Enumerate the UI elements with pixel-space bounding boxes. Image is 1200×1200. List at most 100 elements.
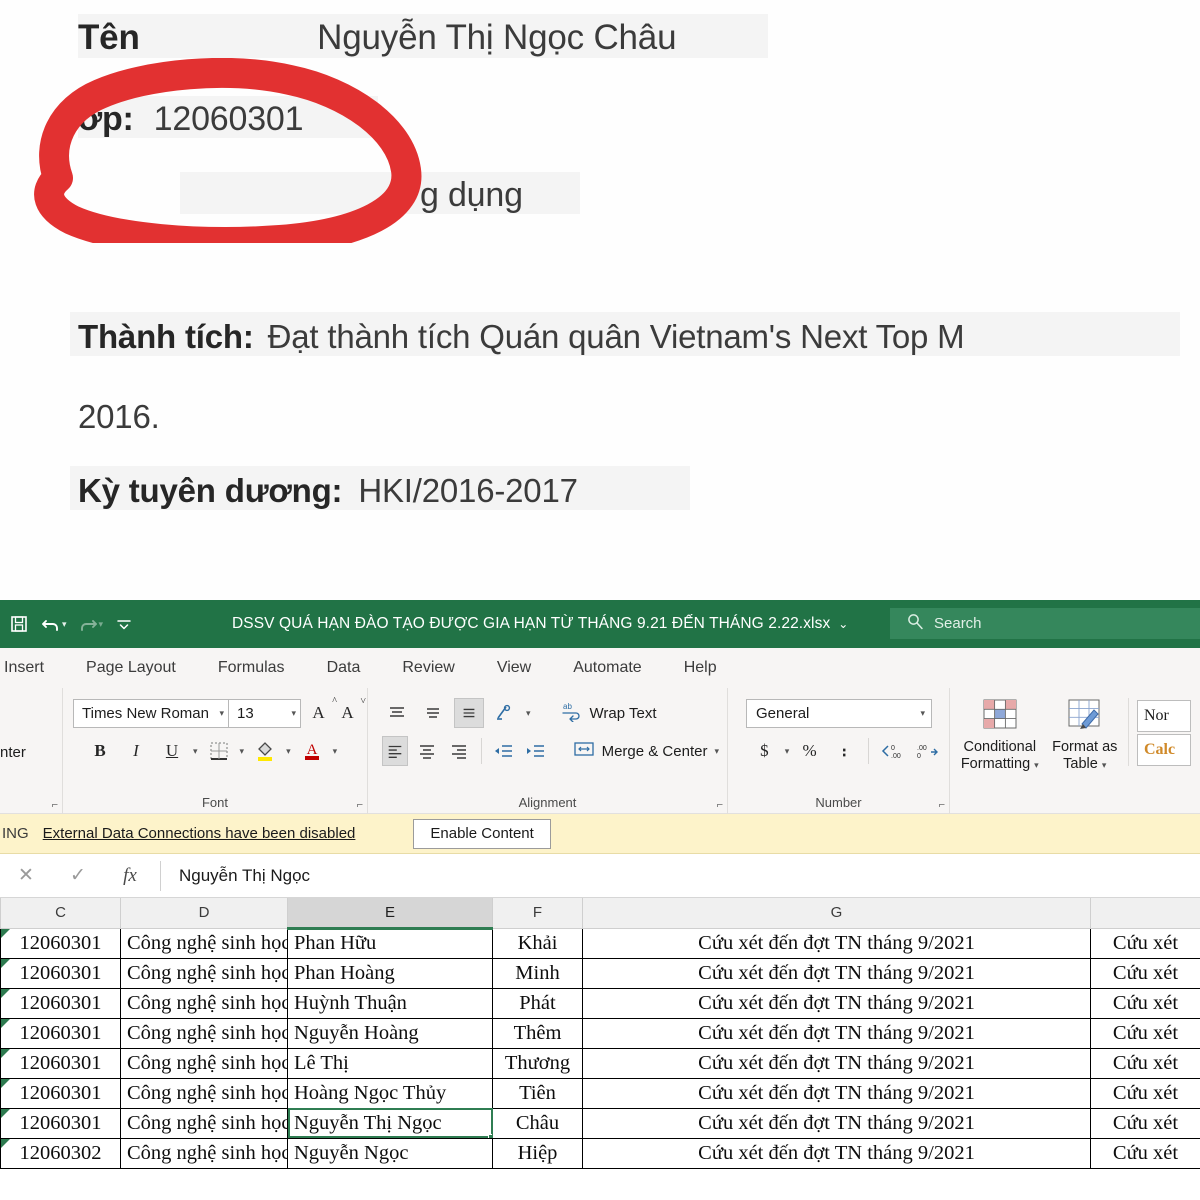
cell-note[interactable]: Cứu xét đến đợt TN tháng 9/2021 bbox=[582, 987, 1091, 1019]
cell-student-code[interactable]: 12060301 bbox=[0, 987, 121, 1019]
cell-first-name[interactable]: Hoàng Ngọc Thủy bbox=[287, 1077, 493, 1109]
borders-chevron-down-icon[interactable]: ▾ bbox=[240, 746, 245, 757]
wrap-text-button[interactable]: ab Wrap Text bbox=[561, 700, 657, 726]
cell-last-name[interactable]: Hiệp bbox=[492, 1137, 583, 1169]
cell-first-name[interactable]: Nguyễn Ngọc bbox=[287, 1137, 493, 1169]
cell-note[interactable]: Cứu xét đến đợt TN tháng 9/2021 bbox=[582, 1137, 1091, 1169]
column-header-e[interactable]: E bbox=[287, 898, 493, 930]
customize-quick-access-icon[interactable] bbox=[109, 609, 139, 639]
font-color-chevron-down-icon[interactable]: ▾ bbox=[333, 746, 338, 757]
accounting-chevron-down-icon[interactable]: ▾ bbox=[785, 746, 790, 757]
table-row[interactable]: 12060301 Công nghệ sinh học Lê Thị Thương Cứ… bbox=[0, 1047, 1200, 1079]
cell-style-calculation[interactable]: Calc bbox=[1137, 734, 1191, 766]
decrease-font-size-icon[interactable]: A ˅ bbox=[336, 696, 366, 728]
percent-style-icon[interactable]: % bbox=[795, 736, 824, 766]
bold-button[interactable]: B bbox=[85, 736, 115, 766]
align-left-icon[interactable] bbox=[382, 736, 409, 766]
check-icon[interactable]: ✓ bbox=[52, 854, 104, 898]
conditional-formatting-chevron-down-icon[interactable]: ▾ bbox=[1034, 760, 1039, 770]
number-format-select[interactable]: General ▾ bbox=[746, 698, 932, 728]
number-format-chevron-down-icon[interactable]: ▾ bbox=[920, 708, 925, 719]
underline-chevron-down-icon[interactable]: ▾ bbox=[193, 746, 198, 757]
increase-decimal-icon[interactable]: 0.00 bbox=[878, 736, 907, 766]
merge-center-chevron-down-icon[interactable]: ▾ bbox=[714, 746, 719, 757]
font-dialog-launcher-icon[interactable]: ⌐ bbox=[357, 799, 363, 811]
cell-student-code[interactable]: 12060302 bbox=[0, 1137, 121, 1169]
redo-chevron-down-icon[interactable]: ▾ bbox=[99, 619, 104, 630]
conditional-formatting-button[interactable]: Conditional Formatting ▾ bbox=[958, 698, 1042, 772]
cell-status[interactable]: Cứu xét bbox=[1090, 957, 1200, 989]
search-input[interactable]: Search bbox=[890, 608, 1200, 639]
fill-color-icon[interactable] bbox=[250, 736, 280, 766]
close-icon[interactable]: ✕ bbox=[0, 854, 52, 898]
cell-student-code[interactable]: 12060301 bbox=[0, 1077, 121, 1109]
cell-major[interactable]: Công nghệ sinh học bbox=[120, 1047, 288, 1079]
cell-last-name[interactable]: Phát bbox=[492, 987, 583, 1019]
undo-chevron-down-icon[interactable]: ▾ bbox=[62, 619, 67, 630]
font-size-input[interactable]: 13 ▾ bbox=[229, 698, 301, 728]
cell-last-name[interactable]: Châu bbox=[492, 1107, 583, 1139]
underline-button[interactable]: U bbox=[157, 736, 187, 766]
comma-style-icon[interactable]: ։ bbox=[830, 736, 859, 766]
cell-last-name[interactable]: Thêm bbox=[492, 1017, 583, 1049]
tab-help[interactable]: Help bbox=[663, 659, 738, 677]
cell-student-code[interactable]: 12060301 bbox=[0, 1047, 121, 1079]
cell-major[interactable]: Công nghệ sinh học bbox=[120, 1137, 288, 1169]
column-header-d[interactable]: D bbox=[120, 898, 288, 929]
enable-content-button[interactable]: Enable Content bbox=[413, 818, 551, 849]
tab-page-layout[interactable]: Page Layout bbox=[65, 659, 197, 677]
font-name-chevron-down-icon[interactable]: ▾ bbox=[219, 708, 224, 719]
format-as-table-chevron-down-icon[interactable]: ▾ bbox=[1102, 760, 1107, 770]
tab-data[interactable]: Data bbox=[306, 659, 382, 677]
cell-status[interactable]: Cứu xét bbox=[1090, 1077, 1200, 1109]
tab-insert[interactable]: Insert bbox=[0, 659, 65, 677]
cell-note[interactable]: Cứu xét đến đợt TN tháng 9/2021 bbox=[582, 927, 1091, 959]
font-name-input[interactable]: Times New Roman ▾ bbox=[73, 698, 229, 728]
cell-status[interactable]: Cứu xét bbox=[1090, 1047, 1200, 1079]
align-right-icon[interactable] bbox=[446, 736, 472, 766]
cell-student-code[interactable]: 12060301 bbox=[0, 957, 121, 989]
table-row[interactable]: 12060301 Công nghệ sinh học Phan Hoàng Minh… bbox=[0, 957, 1200, 989]
cell-note[interactable]: Cứu xét đến đợt TN tháng 9/2021 bbox=[582, 957, 1091, 989]
cell-note[interactable]: Cứu xét đến đợt TN tháng 9/2021 bbox=[582, 1077, 1091, 1109]
tab-automate[interactable]: Automate bbox=[552, 659, 662, 677]
cell-note[interactable]: Cứu xét đến đợt TN tháng 9/2021 bbox=[582, 1017, 1091, 1049]
tab-formulas[interactable]: Formulas bbox=[197, 659, 306, 677]
cell-first-name[interactable]: Nguyễn Hoàng bbox=[287, 1017, 493, 1049]
column-header-g[interactable]: G bbox=[582, 898, 1091, 929]
cell-major[interactable]: Công nghệ sinh học bbox=[120, 987, 288, 1019]
cell-last-name[interactable]: Khải bbox=[492, 927, 583, 959]
increase-font-size-icon[interactable]: A ^ bbox=[307, 696, 337, 728]
accounting-format-icon[interactable]: $ bbox=[750, 736, 779, 766]
cell-student-code[interactable]: 12060301 bbox=[0, 927, 121, 959]
formula-input[interactable]: Nguyễn Thị Ngọc bbox=[161, 854, 1200, 898]
cell-last-name[interactable]: Minh bbox=[492, 957, 583, 989]
column-header-f[interactable]: F bbox=[492, 898, 583, 929]
title-chevron-down-icon[interactable]: ⌄ bbox=[838, 617, 848, 631]
cell-status[interactable]: Cứu xét bbox=[1090, 1107, 1200, 1139]
cell-last-name[interactable]: Thương bbox=[492, 1047, 583, 1079]
orientation-icon[interactable] bbox=[490, 698, 520, 728]
align-center-icon[interactable] bbox=[414, 736, 440, 766]
clipboard-dialog-launcher-icon[interactable]: ⌐ bbox=[52, 799, 58, 811]
cell-style-normal[interactable]: Nor bbox=[1137, 700, 1191, 732]
number-dialog-launcher-icon[interactable]: ⌐ bbox=[939, 799, 945, 811]
save-icon[interactable] bbox=[4, 609, 34, 639]
column-header-c[interactable]: C bbox=[0, 898, 121, 929]
cell-major[interactable]: Công nghệ sinh học bbox=[120, 1017, 288, 1049]
cell-first-name[interactable]: Phan Hữu bbox=[287, 927, 493, 959]
cell-major[interactable]: Công nghệ sinh học bbox=[120, 1077, 288, 1109]
fill-color-chevron-down-icon[interactable]: ▾ bbox=[286, 746, 291, 757]
top-align-icon[interactable] bbox=[382, 698, 412, 728]
increase-indent-icon[interactable] bbox=[523, 736, 549, 766]
cell-student-code[interactable]: 12060301 bbox=[0, 1107, 121, 1139]
orientation-chevron-down-icon[interactable]: ▾ bbox=[526, 708, 531, 719]
cell-last-name[interactable]: Tiên bbox=[492, 1077, 583, 1109]
cell-first-name[interactable]: Huỳnh Thuận bbox=[287, 987, 493, 1019]
table-row[interactable]: 12060301 Công nghệ sinh học Phan Hữu Khải Cứ… bbox=[0, 927, 1200, 959]
table-row[interactable]: 12060301 Công nghệ sinh học Nguyễn Thị Ngọ… bbox=[0, 1107, 1200, 1139]
table-row[interactable]: 12060301 Công nghệ sinh học Hoàng Ngọc Thủ… bbox=[0, 1077, 1200, 1109]
fx-icon[interactable]: fx bbox=[104, 854, 156, 898]
bottom-align-icon[interactable] bbox=[454, 698, 484, 728]
font-size-chevron-down-icon[interactable]: ▾ bbox=[291, 708, 296, 719]
